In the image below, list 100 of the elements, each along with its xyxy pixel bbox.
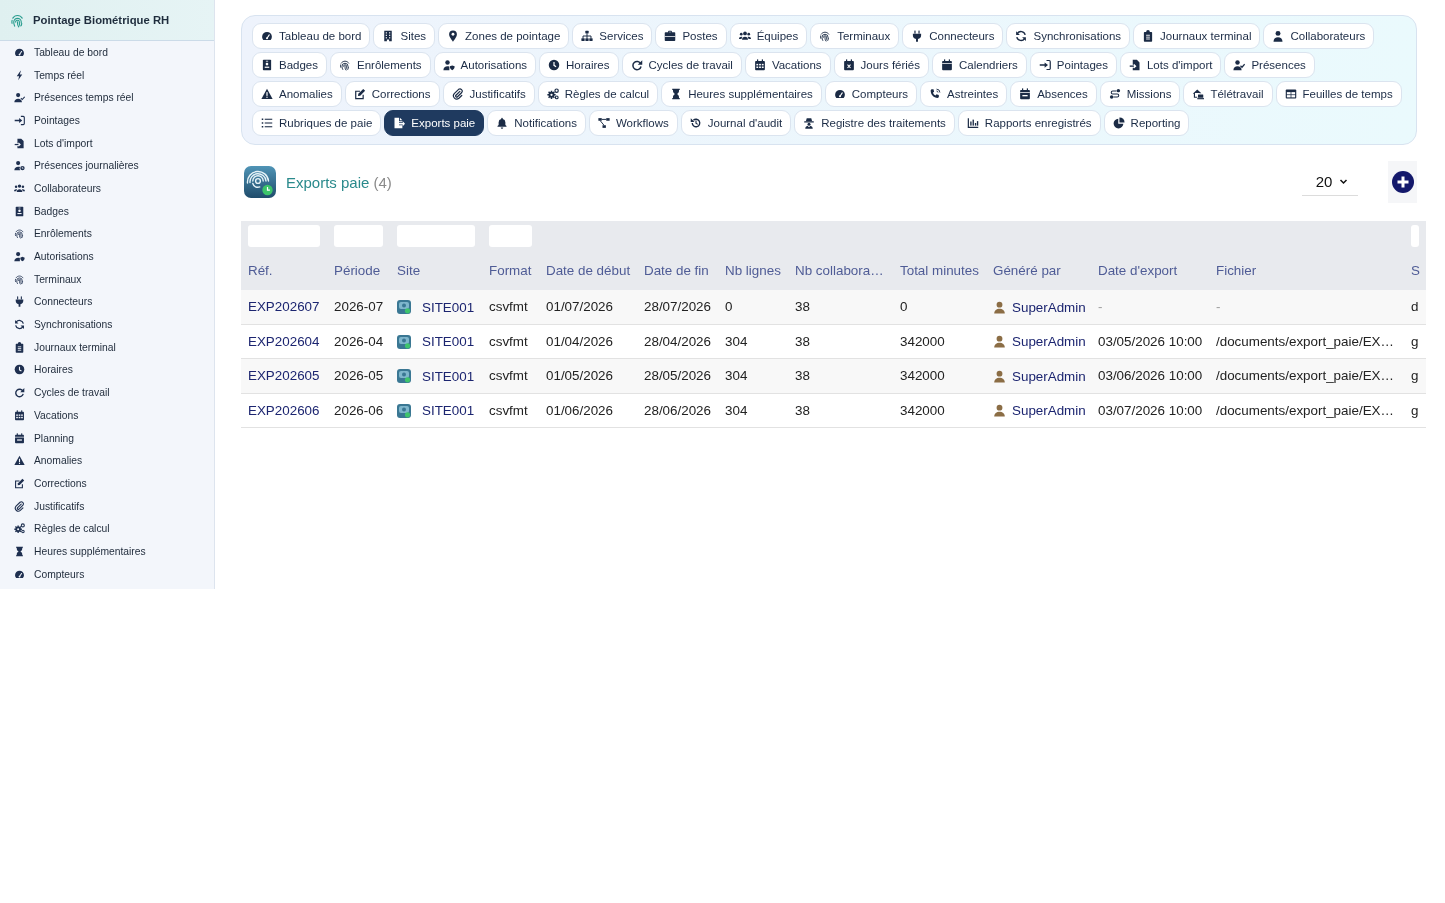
tab[interactable]: Reporting bbox=[1103, 110, 1190, 136]
tab[interactable]: Lots d'import bbox=[1119, 52, 1222, 78]
tab[interactable]: Équipes bbox=[729, 23, 808, 49]
tab[interactable]: Workflows bbox=[588, 110, 678, 136]
tab[interactable]: Exports paie bbox=[384, 110, 485, 136]
tab[interactable]: Horaires bbox=[539, 52, 619, 78]
table-cell: 304 bbox=[718, 324, 788, 359]
gauge-icon bbox=[833, 88, 846, 100]
site-link[interactable]: SITE001 bbox=[422, 368, 475, 384]
calendar-minus-icon bbox=[1019, 88, 1032, 100]
redo-arrow-icon bbox=[14, 387, 25, 399]
sidebar-item[interactable]: Journaux terminal bbox=[0, 335, 214, 359]
tab[interactable]: Synchronisations bbox=[1006, 23, 1131, 49]
page-title: Exports paie bbox=[286, 173, 370, 191]
sidebar-item[interactable]: Temps réel bbox=[0, 63, 214, 87]
tab[interactable]: Absences bbox=[1010, 81, 1097, 107]
site-link[interactable]: SITE001 bbox=[422, 334, 475, 350]
sidebar-item[interactable]: Vacations bbox=[0, 404, 214, 427]
tab[interactable]: Justificatifs bbox=[442, 81, 535, 107]
site-thumbnail-icon bbox=[397, 300, 411, 315]
tab[interactable]: Autorisations bbox=[433, 52, 537, 78]
sidebar-item[interactable]: Heures supplémentaires bbox=[0, 540, 214, 563]
export-link[interactable]: EXP202607 bbox=[248, 299, 320, 315]
tab[interactable]: Connecteurs bbox=[902, 23, 1004, 49]
tab[interactable]: Feuilles de temps bbox=[1275, 81, 1402, 107]
sidebar-item[interactable]: Badges bbox=[0, 199, 214, 223]
sidebar-item[interactable]: Présences journalières bbox=[0, 154, 214, 178]
tab[interactable]: Rapports enregistrés bbox=[957, 110, 1101, 136]
sidebar-item[interactable]: Terminaux bbox=[0, 267, 214, 291]
sidebar-item[interactable]: Tableau de bord bbox=[0, 41, 214, 64]
tab[interactable]: Compteurs bbox=[824, 81, 918, 107]
user-link[interactable]: SuperAdmin bbox=[1012, 368, 1086, 384]
sidebar-item[interactable]: Horaires bbox=[0, 358, 214, 382]
hourglass-icon bbox=[14, 545, 25, 557]
sign-in-icon bbox=[14, 114, 25, 126]
tab[interactable]: Tableau de bord bbox=[252, 23, 371, 49]
sidebar-item[interactable]: Lots d'import bbox=[0, 131, 214, 155]
site-link[interactable]: SITE001 bbox=[422, 403, 475, 419]
user-link[interactable]: SuperAdmin bbox=[1012, 299, 1086, 315]
export-link[interactable]: EXP202605 bbox=[248, 368, 320, 384]
tab[interactable]: Vacations bbox=[744, 52, 831, 78]
sidebar-item[interactable]: Présences temps réel bbox=[0, 86, 214, 110]
tab[interactable]: Registre des traitements bbox=[794, 110, 955, 136]
sidebar-item[interactable]: Pointages bbox=[0, 109, 214, 132]
tab[interactable]: Sites bbox=[373, 23, 436, 49]
table-cell: 28/06/2026 bbox=[637, 393, 718, 428]
column-header: Site bbox=[390, 251, 482, 290]
add-button[interactable] bbox=[1388, 161, 1417, 203]
site-link[interactable]: SITE001 bbox=[422, 299, 475, 315]
sidebar-item[interactable]: Compteurs bbox=[0, 562, 214, 586]
user-icon bbox=[993, 300, 1006, 314]
table-cell: csvfmt bbox=[482, 324, 539, 359]
tab[interactable]: Règles de calcul bbox=[537, 81, 659, 107]
tab[interactable]: Présences bbox=[1224, 52, 1315, 78]
sidebar-item[interactable]: Règles de calcul bbox=[0, 517, 214, 541]
tab[interactable]: Postes bbox=[655, 23, 727, 49]
page-size-select[interactable]: 20 bbox=[1302, 168, 1358, 196]
tab[interactable]: Badges bbox=[252, 52, 327, 78]
export-link[interactable]: EXP202604 bbox=[248, 333, 320, 349]
sidebar-item[interactable]: Autorisations bbox=[0, 245, 214, 268]
tab[interactable]: Zones de pointage bbox=[438, 23, 570, 49]
tab[interactable]: Enrôlements bbox=[330, 52, 431, 78]
user-link[interactable]: SuperAdmin bbox=[1012, 403, 1086, 419]
column-header: Date d'export bbox=[1091, 251, 1209, 290]
sidebar-item[interactable]: Connecteurs bbox=[0, 290, 214, 314]
tab[interactable]: Journaux terminal bbox=[1133, 23, 1261, 49]
tab[interactable]: Astreintes bbox=[920, 81, 1008, 107]
column-header: Date de début bbox=[539, 251, 637, 290]
tab[interactable]: Notifications bbox=[487, 110, 586, 136]
sidebar-item[interactable]: Cycles de travail bbox=[0, 381, 214, 404]
tab[interactable]: Services bbox=[572, 23, 653, 49]
sidebar-item[interactable]: Planning bbox=[0, 426, 214, 450]
clock-icon bbox=[14, 364, 25, 376]
export-link[interactable]: EXP202606 bbox=[248, 402, 320, 418]
tab[interactable]: Collaborateurs bbox=[1263, 23, 1375, 49]
table-cell: 28/04/2026 bbox=[637, 324, 718, 359]
tab[interactable]: Rubriques de paie bbox=[252, 110, 382, 136]
sidebar-item[interactable]: Anomalies bbox=[0, 449, 214, 473]
tab[interactable]: Heures supplémentaires bbox=[661, 81, 822, 107]
tab[interactable]: Télétravail bbox=[1183, 81, 1273, 107]
sidebar-item[interactable]: Collaborateurs bbox=[0, 177, 214, 200]
tab[interactable]: Calendriers bbox=[932, 52, 1027, 78]
sidebar-item[interactable]: Synchronisations bbox=[0, 313, 214, 336]
column-header: S bbox=[1404, 251, 1426, 290]
sidebar-item[interactable]: Enrôlements bbox=[0, 222, 214, 246]
tab[interactable]: Jours fériés bbox=[833, 52, 929, 78]
sidebar-item[interactable]: Justificatifs bbox=[0, 494, 214, 518]
workflow-icon bbox=[597, 117, 610, 129]
tab[interactable]: Corrections bbox=[344, 81, 440, 107]
tab[interactable]: Terminaux bbox=[810, 23, 900, 49]
tab[interactable]: Cycles de travail bbox=[621, 52, 742, 78]
user-icon bbox=[993, 335, 1006, 349]
sidebar-item[interactable]: Corrections bbox=[0, 472, 214, 495]
tab[interactable]: Anomalies bbox=[252, 81, 342, 107]
gauge-icon bbox=[14, 46, 25, 58]
tab[interactable]: Journal d'audit bbox=[680, 110, 792, 136]
user-link[interactable]: SuperAdmin bbox=[1012, 334, 1086, 350]
user-check-icon bbox=[14, 92, 25, 104]
tab[interactable]: Pointages bbox=[1029, 52, 1117, 78]
tab[interactable]: Missions bbox=[1099, 81, 1181, 107]
